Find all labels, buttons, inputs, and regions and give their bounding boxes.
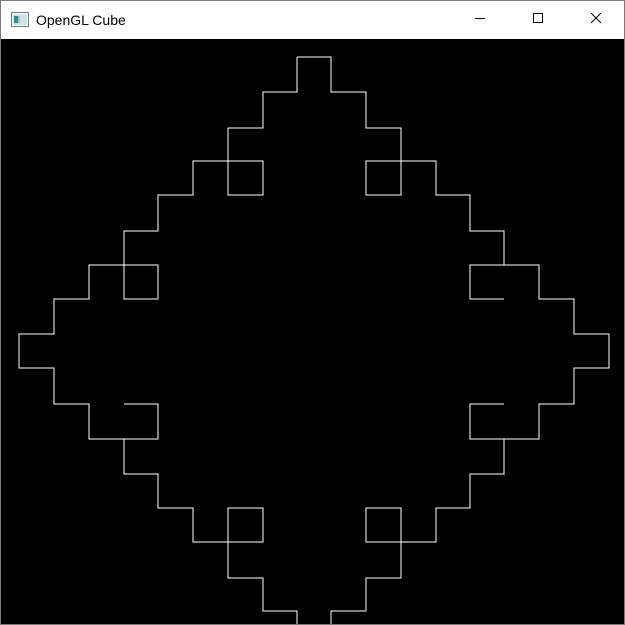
window-title: OpenGL Cube xyxy=(36,12,126,28)
fractal-square-left-lower xyxy=(124,403,159,440)
fractal-drawing xyxy=(18,56,610,624)
minimize-icon xyxy=(474,11,486,29)
minimize-button[interactable] xyxy=(457,1,503,39)
fractal-square-right-lower xyxy=(469,403,504,440)
app-window: OpenGL Cube xyxy=(0,0,625,625)
close-icon xyxy=(590,11,602,29)
fractal-square-left-upper xyxy=(123,264,159,300)
close-button[interactable] xyxy=(573,1,619,39)
opengl-canvas[interactable] xyxy=(1,39,624,624)
opengl-app-icon xyxy=(11,12,29,27)
maximize-button[interactable] xyxy=(515,1,561,39)
fractal-outline xyxy=(18,56,610,624)
fractal-edge-left xyxy=(18,57,298,624)
fractal-square-right-upper xyxy=(469,264,504,300)
maximize-icon xyxy=(532,11,544,29)
title-bar[interactable]: OpenGL Cube xyxy=(1,1,624,39)
fractal-edge-top xyxy=(297,56,610,624)
